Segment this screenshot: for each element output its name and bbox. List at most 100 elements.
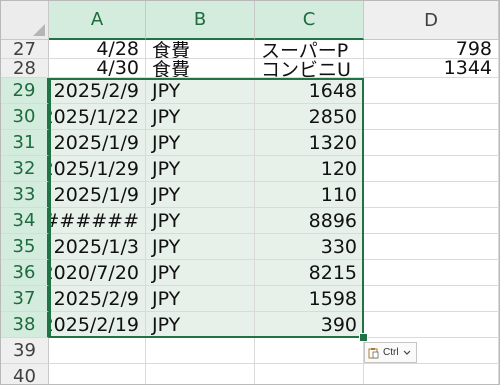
cell-d-32[interactable] <box>364 156 499 182</box>
cell-value: 食費 <box>152 59 191 78</box>
cell-d-27[interactable]: 798 <box>364 40 499 59</box>
cell-c-27[interactable]: スーパーP <box>255 40 364 59</box>
cell-b-29[interactable]: JPY <box>146 78 255 104</box>
cell-b-30[interactable]: JPY <box>146 104 255 130</box>
cell-value: 8896 <box>308 209 357 232</box>
row-header[interactable]: 34 <box>1 208 49 234</box>
cell-a-30[interactable]: 2025/1/22 <box>49 104 146 130</box>
row-header[interactable]: 29 <box>1 78 49 104</box>
cell-c-35[interactable]: 330 <box>255 234 364 260</box>
cell-d-40[interactable] <box>364 364 499 384</box>
row-header[interactable]: 31 <box>1 130 49 156</box>
cell-b-34[interactable]: JPY <box>146 208 255 234</box>
cell-value: スーパーP <box>261 40 349 59</box>
cell-value: 798 <box>455 40 492 59</box>
cell-d-28[interactable]: 1344 <box>364 59 499 78</box>
cell-d-33[interactable] <box>364 182 499 208</box>
cell-value: 2025/2/9 <box>53 287 139 310</box>
cell-a-37[interactable]: 2025/2/9 <box>49 286 146 312</box>
row-header[interactable]: 37 <box>1 286 49 312</box>
cell-c-34[interactable]: 8896 <box>255 208 364 234</box>
row-header[interactable]: 35 <box>1 234 49 260</box>
cell-value: 2025/1/29 <box>49 157 139 180</box>
cell-a-28[interactable]: 4/30 <box>49 59 146 78</box>
cell-b-36[interactable]: JPY <box>146 260 255 286</box>
cell-a-35[interactable]: 2025/1/3 <box>49 234 146 260</box>
cell-b-37[interactable]: JPY <box>146 286 255 312</box>
cell-c-33[interactable]: 110 <box>255 182 364 208</box>
cell-b-40[interactable] <box>146 364 255 384</box>
cell-value: JPY <box>152 209 181 232</box>
cell-c-30[interactable]: 2850 <box>255 104 364 130</box>
row-header[interactable]: 38 <box>1 312 49 338</box>
cell-a-31[interactable]: 2025/1/9 <box>49 130 146 156</box>
cell-c-37[interactable]: 1598 <box>255 286 364 312</box>
cell-a-38[interactable]: 2025/2/19 <box>49 312 146 338</box>
cell-d-36[interactable] <box>364 260 499 286</box>
cell-value: JPY <box>152 157 181 180</box>
cell-value: 食費 <box>152 40 191 59</box>
cell-c-38[interactable]: 390 <box>255 312 364 338</box>
column-header-a[interactable]: A <box>49 1 146 40</box>
cell-value: 1598 <box>308 287 357 310</box>
cell-d-37[interactable] <box>364 286 499 312</box>
row-header[interactable]: 28 <box>1 58 49 79</box>
row-header[interactable]: 39 <box>1 338 49 364</box>
cell-d-29[interactable] <box>364 78 499 104</box>
cell-a-33[interactable]: 2025/1/9 <box>49 182 146 208</box>
cell-value: 120 <box>320 157 357 180</box>
cell-value: 1648 <box>308 79 357 102</box>
column-header-d[interactable]: D <box>364 1 499 40</box>
cell-b-35[interactable]: JPY <box>146 234 255 260</box>
cell-d-35[interactable] <box>364 234 499 260</box>
select-all-corner[interactable] <box>1 1 49 40</box>
cell-b-32[interactable]: JPY <box>146 156 255 182</box>
cell-value: 2025/1/3 <box>53 235 139 258</box>
select-all-triangle-icon <box>33 24 45 36</box>
column-header-c[interactable]: C <box>255 1 364 40</box>
cell-b-27[interactable]: 食費 <box>146 40 255 59</box>
cell-c-40[interactable] <box>255 364 364 384</box>
cell-c-36[interactable]: 8215 <box>255 260 364 286</box>
cell-c-28[interactable]: コンビニU <box>255 59 364 78</box>
row-header[interactable]: 27 <box>1 39 49 60</box>
cell-a-27[interactable]: 4/28 <box>49 40 146 59</box>
chevron-down-icon <box>403 350 411 356</box>
column-header-b[interactable]: B <box>146 1 255 40</box>
cell-a-29[interactable]: 2025/2/9 <box>49 78 146 104</box>
cell-value: 2025/2/9 <box>53 79 139 102</box>
row-header[interactable]: 36 <box>1 260 49 286</box>
row-header[interactable]: 33 <box>1 182 49 208</box>
cell-d-31[interactable] <box>364 130 499 156</box>
cell-d-30[interactable] <box>364 104 499 130</box>
clipboard-icon <box>368 347 379 359</box>
cell-b-33[interactable]: JPY <box>146 182 255 208</box>
cell-b-38[interactable]: JPY <box>146 312 255 338</box>
cell-value: JPY <box>152 235 181 258</box>
cell-a-34[interactable]: ######## <box>49 208 146 234</box>
cell-a-36[interactable]: 2020/7/20 <box>49 260 146 286</box>
row-header[interactable]: 30 <box>1 104 49 130</box>
cell-a-40[interactable] <box>49 364 146 384</box>
cell-b-39[interactable] <box>146 338 255 364</box>
cell-a-32[interactable]: 2025/1/29 <box>49 156 146 182</box>
row-header[interactable]: 40 <box>1 364 49 384</box>
paste-options-button[interactable]: Ctrl <box>364 342 417 363</box>
cell-value: 2025/1/9 <box>53 183 139 206</box>
cell-a-39[interactable] <box>49 338 146 364</box>
cell-value: 2020/7/20 <box>49 261 139 284</box>
cell-value: 1344 <box>443 59 492 78</box>
cell-b-31[interactable]: JPY <box>146 130 255 156</box>
cell-c-32[interactable]: 120 <box>255 156 364 182</box>
cell-value: 330 <box>320 235 357 258</box>
cell-c-29[interactable]: 1648 <box>255 78 364 104</box>
cell-value: ######## <box>49 209 139 232</box>
fill-handle[interactable] <box>359 333 368 342</box>
cell-d-34[interactable] <box>364 208 499 234</box>
row-header[interactable]: 32 <box>1 156 49 182</box>
cell-d-38[interactable] <box>364 312 499 338</box>
cell-c-39[interactable] <box>255 338 364 364</box>
cell-c-31[interactable]: 1320 <box>255 130 364 156</box>
cell-b-28[interactable]: 食費 <box>146 59 255 78</box>
cell-value: 4/28 <box>96 40 139 59</box>
